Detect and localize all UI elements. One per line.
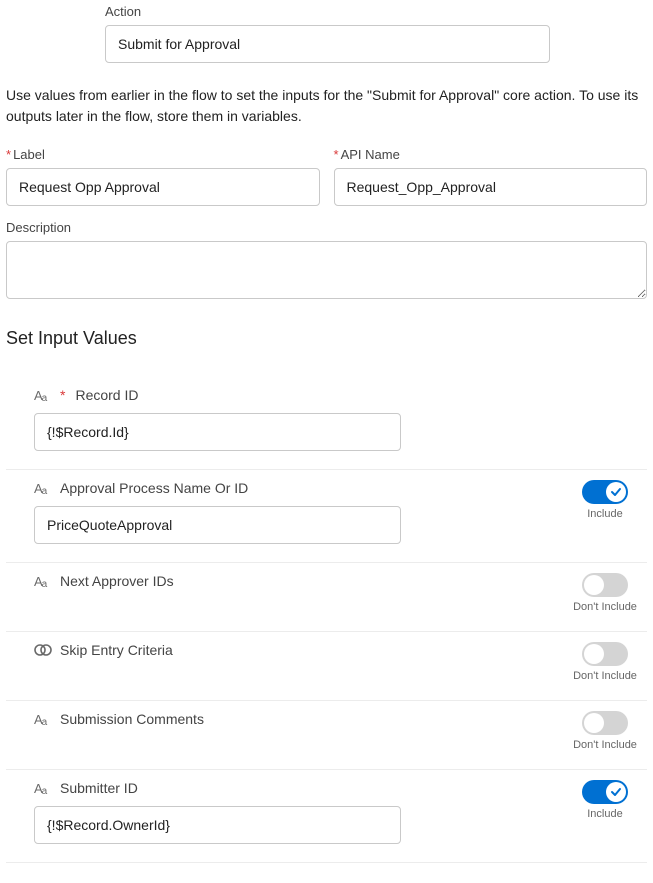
skip-entry-label: Skip Entry Criteria: [60, 642, 173, 658]
approval-process-label: Approval Process Name Or ID: [60, 480, 248, 496]
toggle-label-dont-include: Don't Include: [573, 739, 637, 751]
input-row-skip-entry: Skip Entry Criteria Don't Include: [6, 632, 647, 701]
text-icon: [34, 388, 52, 403]
toggle-label-dont-include: Don't Include: [573, 601, 637, 613]
description-label: Description: [6, 220, 647, 235]
description-textarea[interactable]: [6, 241, 647, 299]
input-row-next-approver: Next Approver IDs Don't Include: [6, 563, 647, 632]
submitter-id-input[interactable]: [34, 806, 401, 844]
api-name-field-label: *API Name: [334, 147, 648, 162]
api-name-input[interactable]: [334, 168, 648, 206]
action-input[interactable]: [105, 25, 550, 63]
submitter-id-toggle[interactable]: [582, 780, 628, 804]
submitter-id-label: Submitter ID: [60, 780, 138, 796]
next-approver-label: Next Approver IDs: [60, 573, 174, 589]
input-row-submitter-id: Submitter ID Include: [6, 770, 647, 863]
required-asterisk: *: [334, 147, 339, 162]
input-row-record-id: * Record ID: [6, 377, 647, 470]
required-asterisk: *: [60, 387, 65, 403]
approval-process-input[interactable]: [34, 506, 401, 544]
check-icon: [610, 486, 622, 498]
label-field-label: *Label: [6, 147, 320, 162]
submission-comments-toggle[interactable]: [582, 711, 628, 735]
text-icon: [34, 781, 52, 796]
submission-comments-label: Submission Comments: [60, 711, 204, 727]
toggle-label-dont-include: Don't Include: [573, 670, 637, 682]
help-text: Use values from earlier in the flow to s…: [6, 85, 647, 127]
intersecting-circles-icon: [34, 643, 52, 657]
next-approver-toggle[interactable]: [582, 573, 628, 597]
approval-process-toggle[interactable]: [582, 480, 628, 504]
set-input-values-heading: Set Input Values: [6, 328, 647, 349]
label-input[interactable]: [6, 168, 320, 206]
record-id-label: Record ID: [75, 387, 138, 403]
required-asterisk: *: [6, 147, 11, 162]
check-icon: [610, 786, 622, 798]
text-icon: [34, 574, 52, 589]
toggle-label-include: Include: [587, 508, 622, 520]
text-icon: [34, 481, 52, 496]
text-icon: [34, 712, 52, 727]
toggle-label-include: Include: [587, 808, 622, 820]
input-row-approval-process: Approval Process Name Or ID Include: [6, 470, 647, 563]
record-id-input[interactable]: [34, 413, 401, 451]
action-label: Action: [105, 4, 647, 19]
input-row-submission-comments: Submission Comments Don't Include: [6, 701, 647, 770]
skip-entry-toggle[interactable]: [582, 642, 628, 666]
